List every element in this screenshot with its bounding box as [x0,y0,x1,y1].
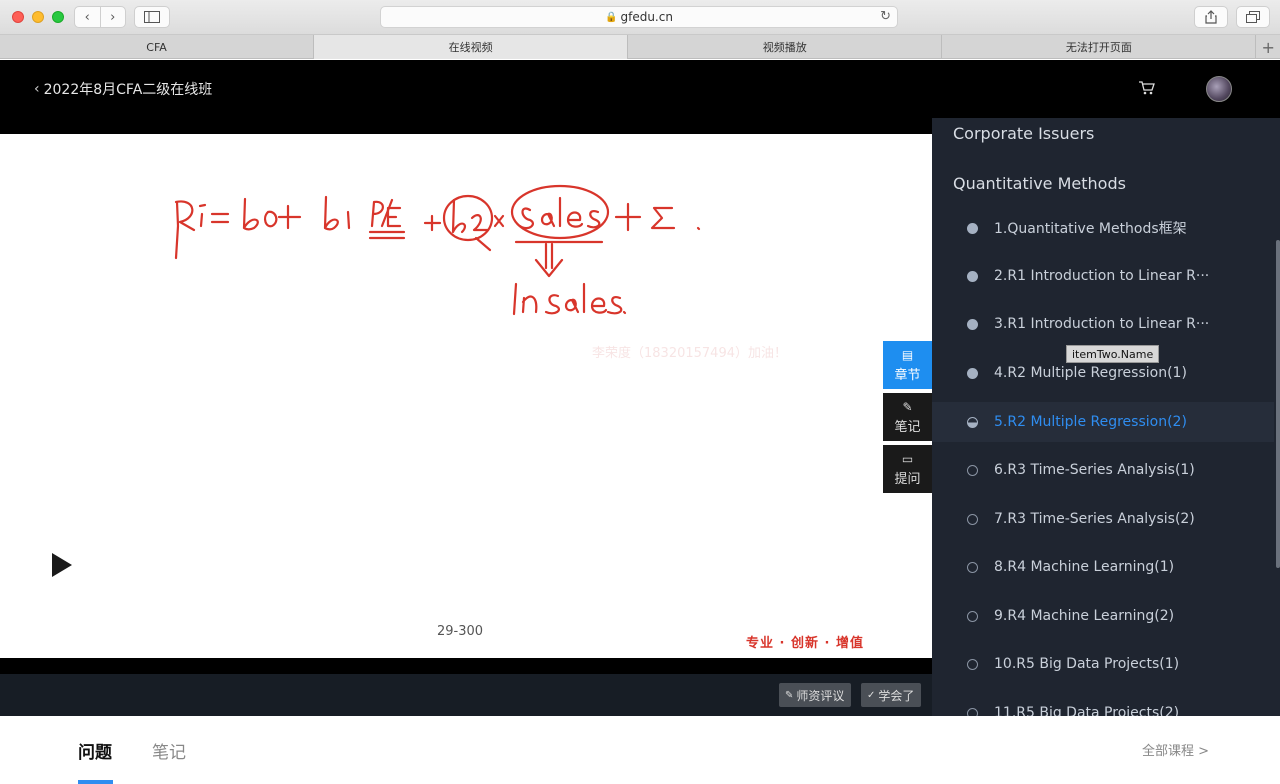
chapter-list-scrollbar[interactable] [1276,240,1280,568]
lesson-item[interactable]: 10.R5 Big Data Projects(1) [932,644,1274,684]
user-avatar[interactable] [1206,76,1232,102]
learned-button[interactable]: ✓ 学会了 [861,683,921,707]
lesson-item[interactable]: 7.R3 Time-Series Analysis(2) [932,499,1274,539]
lesson-label: 11.R5 Big Data Projects(2) [994,705,1180,716]
forward-arrow-icon[interactable]: › [100,10,125,25]
sidebar-toggle-button[interactable] [134,6,170,28]
zoom-window-button[interactable] [52,11,64,23]
share-button[interactable] [1194,6,1228,28]
video-slide [0,134,932,658]
lesson-item[interactable]: 11.R5 Big Data Projects(2) [932,693,1274,716]
browser-titlebar: ‹ › 🔒 gfedu.cn ↻ [0,0,1280,35]
lesson-item[interactable]: 2.R1 Introduction to Linear R··· [932,256,1274,296]
back-arrow-icon[interactable]: ‹ [75,10,100,25]
chevron-left-icon: ‹ [34,81,40,97]
lesson-item[interactable]: 9.R4 Machine Learning(2) [932,596,1274,636]
tab-notes[interactable]: 笔记 [152,738,186,763]
history-nav: ‹ › [74,6,126,28]
progress-done-icon [967,223,978,234]
lesson-label: 9.R4 Machine Learning(2) [994,608,1175,624]
address-bar[interactable]: 🔒 gfedu.cn ↻ [380,6,898,28]
document-icon: ▤ [901,347,914,362]
reload-icon[interactable]: ↻ [880,9,891,24]
slide-slogan: 专业 · 创新 · 增值 [746,636,864,651]
progress-empty-icon [967,562,978,573]
handwritten-formula [174,184,701,316]
show-tabs-button[interactable] [1236,6,1270,28]
bottom-tab-area: 问题 笔记 全部课程 > [0,716,1280,784]
lesson-label: 3.R1 Introduction to Linear R··· [994,316,1210,332]
section-title-corporate-issuers[interactable]: Corporate Issuers [953,124,1094,143]
progress-empty-icon [967,514,978,525]
slide-page-number: 29-300 [437,624,484,639]
lesson-label: 4.R2 Multiple Regression(1) [994,365,1187,381]
close-window-button[interactable] [12,11,24,23]
rate-teacher-label: 师资评议 [796,688,845,703]
lesson-item[interactable]: 1.Quantitative Methods框架 [932,208,1274,248]
cart-icon[interactable] [1138,80,1156,96]
course-title: 2022年8月CFA二级在线班 [43,82,213,98]
pen-icon: ✎ [785,689,794,701]
chapter-tool-label: 章节 [894,367,921,383]
lesson-label: 5.R2 Multiple Regression(2) [994,414,1187,430]
browser-tab-video-player[interactable]: 视频播放 [628,35,943,59]
minimize-window-button[interactable] [32,11,44,23]
check-icon: ✓ [867,689,876,701]
back-to-course-link[interactable]: ‹ 2022年8月CFA二级在线班 [34,79,212,99]
progress-done-icon [967,271,978,282]
tab-questions[interactable]: 问题 [78,738,112,763]
progress-empty-icon [967,465,978,476]
progress-empty-icon [967,659,978,670]
notes-tool-button[interactable]: ✎ 笔记 [883,393,932,441]
browser-tab-cfa[interactable]: CFA [0,35,315,59]
ask-tool-label: 提问 [894,471,921,487]
chat-bubble-icon: ▭ [901,451,914,466]
sidebar-icon [144,11,160,23]
lesson-label: 1.Quantitative Methods框架 [994,221,1187,237]
chapter-list-panel[interactable]: Corporate Issuers Quantitative Methods 1… [932,118,1280,716]
new-tab-button[interactable]: + [1256,35,1280,59]
notes-tool-label: 笔记 [894,419,921,435]
chapter-tool-button[interactable]: ▤ 章节 [883,341,932,389]
lesson-label: 10.R5 Big Data Projects(1) [994,656,1180,672]
rate-teacher-button[interactable]: ✎ 师资评议 [779,683,851,707]
lesson-tooltip: itemTwo.Name [1066,345,1160,363]
url-text: gfedu.cn [620,10,673,24]
video-watermark: 李荣度（18320157494）加油！ [592,346,787,361]
browser-tab-bar: CFA 在线视频 视频播放 无法打开页面 + [0,35,1280,59]
lesson-item[interactable]: 3.R1 Introduction to Linear R··· [932,304,1274,344]
lesson-label: 7.R3 Time-Series Analysis(2) [994,511,1195,527]
section-title-quantitative-methods[interactable]: Quantitative Methods [953,174,1126,193]
progress-done-icon [967,368,978,379]
share-icon [1205,10,1217,24]
lesson-item[interactable]: 6.R3 Time-Series Analysis(1) [932,450,1274,490]
pencil-icon: ✎ [902,399,913,414]
tabs-overview-icon [1246,11,1260,23]
progress-done-icon [967,319,978,330]
page-header: ‹ 2022年8月CFA二级在线班 [0,60,1280,118]
lesson-label: 8.R4 Machine Learning(1) [994,559,1175,575]
progress-empty-icon [967,611,978,622]
progress-half-icon [967,417,978,428]
lesson-item-current[interactable]: 5.R2 Multiple Regression(2) [932,402,1274,442]
active-tab-indicator [78,780,113,784]
lesson-label: 2.R1 Introduction to Linear R··· [994,268,1210,284]
progress-empty-icon [967,708,978,716]
browser-tab-cannot-open[interactable]: 无法打开页面 [942,35,1257,59]
browser-tab-online-video[interactable]: 在线视频 [314,35,629,59]
lock-icon: 🔒 [605,11,618,23]
ask-tool-button[interactable]: ▭ 提问 [883,445,932,493]
lesson-label: 6.R3 Time-Series Analysis(1) [994,462,1195,478]
learned-label: 学会了 [878,688,915,703]
all-courses-link[interactable]: 全部课程 > [1142,740,1209,759]
lesson-item[interactable]: 8.R4 Machine Learning(1) [932,547,1274,587]
play-icon[interactable] [52,553,72,577]
